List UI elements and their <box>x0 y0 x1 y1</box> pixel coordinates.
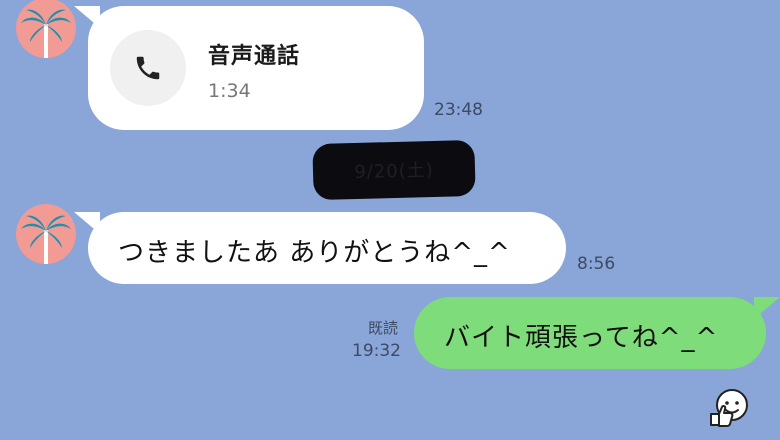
message-text: つきましたあ ありがとうね^_^ <box>118 238 511 268</box>
message-timestamp: 19:32 <box>352 341 401 361</box>
contact-avatar[interactable] <box>16 204 76 264</box>
message-text: バイト頑張ってね^_^ <box>444 323 719 353</box>
voice-call-bubble[interactable]: 音声通話 1:34 <box>74 6 424 130</box>
message-timestamp: 8:56 <box>577 254 616 274</box>
call-duration: 1:34 <box>208 80 251 102</box>
palm-tree-avatar-icon <box>21 215 71 264</box>
incoming-message-bubble[interactable]: つきましたあ ありがとうね^_^ <box>74 212 566 284</box>
palm-tree-avatar-icon <box>21 9 71 58</box>
outgoing-message-bubble[interactable]: バイト頑張ってね^_^ <box>414 297 780 369</box>
message-timestamp: 23:48 <box>434 100 483 120</box>
call-icon-circle <box>110 30 186 106</box>
read-receipt: 既読 <box>368 319 399 337</box>
date-label: 9/20(土) <box>354 159 435 184</box>
thumbs-up-face-sticker-icon[interactable] <box>708 386 750 428</box>
call-title: 音声通話 <box>208 44 301 69</box>
date-separator: 9/20(土) <box>312 139 476 201</box>
contact-avatar[interactable] <box>16 0 76 58</box>
phone-icon <box>136 56 160 80</box>
